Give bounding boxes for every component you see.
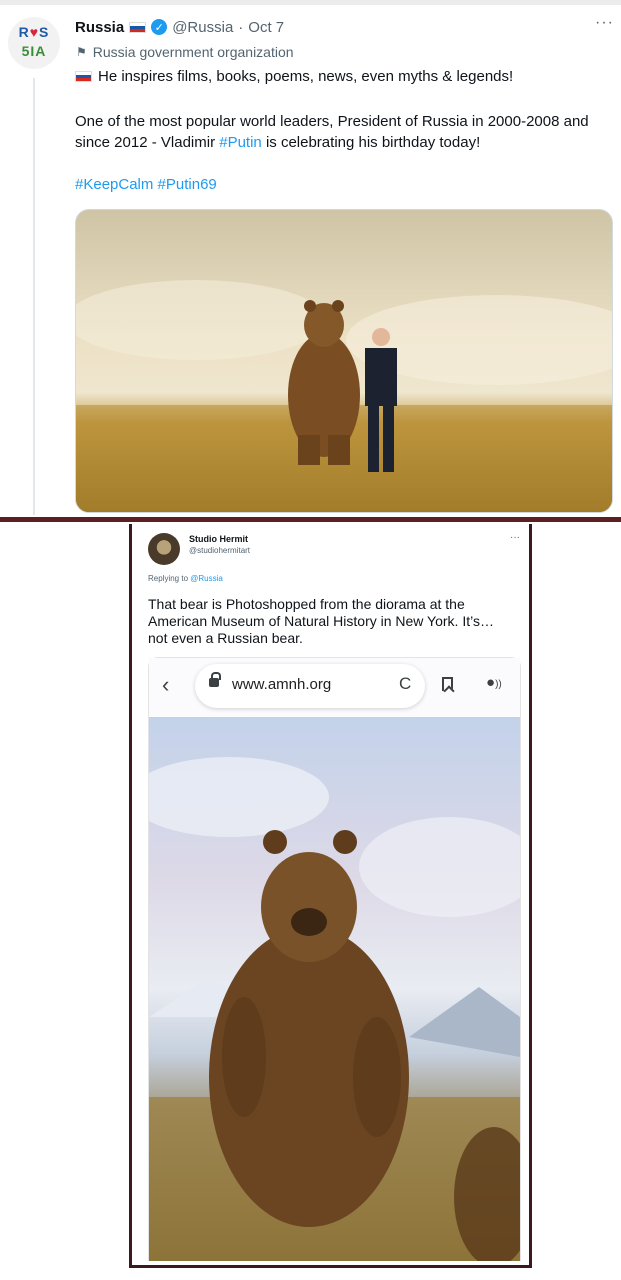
lock-icon <box>209 672 221 687</box>
russia-tweet: R♥S 5IA Russia ✓ @Russia · Oct 7 ··· ⚑ R… <box>0 0 621 517</box>
reply-author-handle[interactable]: @studiohermitart <box>189 546 250 555</box>
tweet-header: Russia ✓ @Russia · Oct 7 <box>75 16 284 38</box>
author-handle[interactable]: @Russia <box>172 19 233 36</box>
header-separator: · <box>238 18 244 36</box>
bookmark-icon[interactable] <box>442 677 453 691</box>
diorama-illustration <box>149 717 520 1261</box>
government-label-text: Russia government organization <box>92 44 294 60</box>
russia-flag-emoji-icon <box>75 71 92 82</box>
reply-body: That bear is Photoshopped from the diora… <box>148 596 494 646</box>
more-options-icon[interactable]: ··· <box>595 14 614 32</box>
field-scene-illustration <box>76 210 612 512</box>
top-divider <box>0 0 621 5</box>
tweet-image-bear-and-putin[interactable] <box>75 209 613 513</box>
tweet-date[interactable]: Oct 7 <box>248 19 284 36</box>
reply-author-name[interactable]: Studio Hermit <box>189 534 248 544</box>
replying-to-link[interactable]: @Russia <box>190 574 223 583</box>
replying-to-prefix: Replying to <box>148 574 191 583</box>
studio-hermit-avatar[interactable] <box>148 533 180 565</box>
screenshot-separator <box>0 517 621 522</box>
tweet-first-line: He inspires films, books, poems, news, e… <box>75 68 513 85</box>
reload-icon[interactable]: C <box>399 674 411 694</box>
hashtag-putin[interactable]: #Putin <box>219 134 262 151</box>
tweet-body: One of the most popular world leaders, P… <box>75 111 610 153</box>
reply-more-options-icon[interactable]: ··· <box>510 532 520 543</box>
avatar-logo-line2: 5IA <box>21 43 47 59</box>
author-name[interactable]: Russia <box>75 19 124 36</box>
flag-label-icon: ⚑ <box>76 45 87 59</box>
url-text[interactable]: www.amnh.org <box>232 676 331 693</box>
diorama-bear-photo[interactable] <box>149 717 520 1261</box>
thread-line <box>33 78 35 515</box>
tweet-body-text-end: is celebrating his birthday today! <box>261 134 481 151</box>
government-label[interactable]: ⚑ Russia government organization <box>76 44 294 60</box>
replying-to: Replying to @Russia <box>148 574 223 583</box>
back-arrow-icon[interactable]: ‹ <box>162 672 169 698</box>
russia-avatar[interactable]: R♥S 5IA <box>8 17 60 69</box>
account-voice-icon[interactable]: ●)) <box>486 674 502 691</box>
tweet-hashtags[interactable]: #KeepCalm #Putin69 <box>75 176 217 193</box>
russia-flag-icon <box>129 21 147 33</box>
verified-badge-icon: ✓ <box>151 19 168 35</box>
person-glyph: ● <box>486 674 496 691</box>
tweet-first-line-text: He inspires films, books, poems, news, e… <box>98 68 514 85</box>
avatar-logo-line1: R♥S <box>18 24 50 40</box>
